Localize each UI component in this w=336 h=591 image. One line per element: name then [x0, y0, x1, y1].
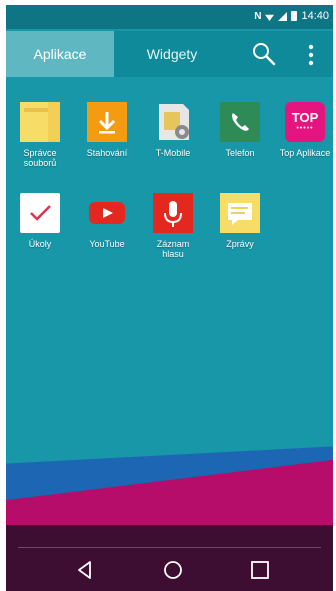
divider	[18, 547, 321, 548]
app-youtube[interactable]: YouTube	[74, 193, 140, 249]
wifi-icon	[265, 14, 275, 21]
microphone-icon	[153, 193, 193, 233]
tab-apps-label: Aplikace	[33, 46, 87, 62]
battery-icon	[291, 11, 298, 21]
app-t-mobile[interactable]: T-Mobile	[140, 102, 206, 158]
checkmark-icon	[20, 193, 60, 233]
navigation-bar	[6, 547, 333, 591]
app-voice-recorder[interactable]: Záznam hlasu	[140, 193, 206, 259]
app-downloads[interactable]: Stahování	[74, 102, 140, 158]
app-label: Telefon	[225, 148, 255, 158]
top-apps-badge: TOP	[291, 110, 319, 125]
sim-settings-icon	[153, 102, 193, 142]
file-manager-icon	[20, 102, 60, 142]
download-icon	[87, 102, 127, 142]
status-bar: N 14:40	[6, 5, 333, 29]
nfc-icon: N	[254, 10, 262, 22]
app-drawer-toolbar: Aplikace Widgety	[6, 31, 333, 77]
youtube-icon	[87, 193, 127, 233]
home-icon[interactable]	[162, 559, 184, 581]
tab-apps[interactable]: Aplikace	[6, 31, 114, 77]
status-time: 14:40	[301, 10, 329, 22]
top-apps-icon: TOP •••••	[285, 102, 325, 142]
app-label: Záznam hlasu	[156, 239, 190, 259]
app-phone[interactable]: Telefon	[207, 102, 273, 158]
back-icon[interactable]	[74, 559, 96, 581]
app-tasks[interactable]: Úkoly	[7, 193, 73, 249]
app-label: YouTube	[89, 239, 125, 249]
search-icon[interactable]	[251, 41, 277, 67]
app-label: Úkoly	[28, 239, 52, 249]
app-label: T-Mobile	[155, 148, 191, 158]
signal-icon	[278, 11, 288, 21]
phone-screen: N 14:40 Aplikace Widgety Správce souborů…	[6, 5, 333, 591]
tab-widgets[interactable]: Widgety	[114, 31, 230, 77]
app-label: Zprávy	[226, 239, 254, 249]
tab-widgets-label: Widgety	[146, 46, 198, 62]
app-top-apps[interactable]: TOP ••••• Top Aplikace	[272, 102, 333, 158]
phone-icon	[220, 102, 260, 142]
app-label: Top Aplikace	[279, 148, 331, 158]
app-label: Správce souborů	[23, 148, 57, 168]
overflow-menu-icon[interactable]	[302, 42, 320, 68]
app-file-manager[interactable]: Správce souborů	[7, 102, 73, 168]
status-icons: N 14:40	[254, 10, 329, 22]
messages-icon	[220, 193, 260, 233]
recents-icon[interactable]	[249, 559, 271, 581]
app-messages[interactable]: Zprávy	[207, 193, 273, 249]
app-label: Stahování	[86, 148, 128, 158]
